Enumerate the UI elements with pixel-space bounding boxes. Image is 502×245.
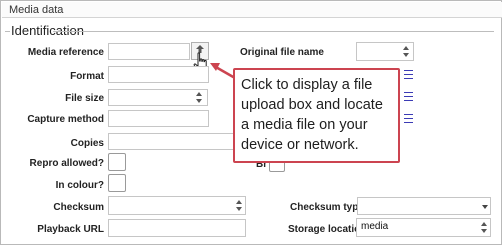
format-label: Format bbox=[70, 71, 104, 82]
list-icon[interactable] bbox=[404, 92, 413, 101]
capture-method-label: Capture method bbox=[27, 114, 104, 125]
in-colour-label: In colour? bbox=[55, 180, 104, 191]
file-size-spinner-icon[interactable] bbox=[195, 90, 204, 105]
panel-title: Media data bbox=[9, 4, 64, 16]
file-size-label: File size bbox=[65, 93, 104, 104]
checksum-type-select[interactable] bbox=[357, 197, 491, 215]
in-colour-checkbox[interactable] bbox=[108, 174, 126, 192]
list-icon[interactable] bbox=[404, 70, 413, 79]
storage-location-spinner-icon[interactable] bbox=[480, 220, 489, 235]
playback-url-input[interactable] bbox=[108, 219, 246, 237]
original-file-name-label: Original file name bbox=[240, 47, 324, 58]
chevron-down-icon bbox=[482, 205, 488, 209]
capture-method-input[interactable] bbox=[108, 110, 209, 127]
media-reference-input[interactable] bbox=[108, 43, 190, 60]
copies-input[interactable] bbox=[108, 133, 234, 150]
fieldset-border bbox=[53, 31, 494, 32]
repro-allowed-checkbox[interactable] bbox=[108, 153, 126, 171]
storage-location-input[interactable]: media bbox=[356, 218, 491, 237]
checksum-label: Checksum bbox=[53, 202, 104, 213]
checksum-input[interactable] bbox=[108, 196, 246, 215]
media-reference-label: Media reference bbox=[27, 47, 104, 58]
repro-allowed-label: Repro allowed? bbox=[29, 158, 104, 169]
list-icon[interactable] bbox=[404, 114, 413, 123]
storage-location-label: Storage location bbox=[288, 224, 367, 235]
callout-tooltip: Click to display a file upload box and l… bbox=[233, 68, 400, 163]
checksum-type-label: Checksum type bbox=[290, 202, 364, 213]
checksum-spinner-icon[interactable] bbox=[235, 198, 244, 213]
panel-header: Media data bbox=[2, 2, 502, 18]
format-input[interactable] bbox=[108, 66, 209, 83]
media-data-panel: Media data Identification Media referenc… bbox=[0, 0, 502, 245]
playback-url-label: Playback URL bbox=[37, 224, 104, 235]
original-file-name-spinner-icon[interactable] bbox=[402, 44, 411, 59]
copies-label: Copies bbox=[70, 138, 104, 149]
fieldset-border bbox=[5, 31, 10, 32]
file-size-input[interactable] bbox=[108, 89, 208, 106]
